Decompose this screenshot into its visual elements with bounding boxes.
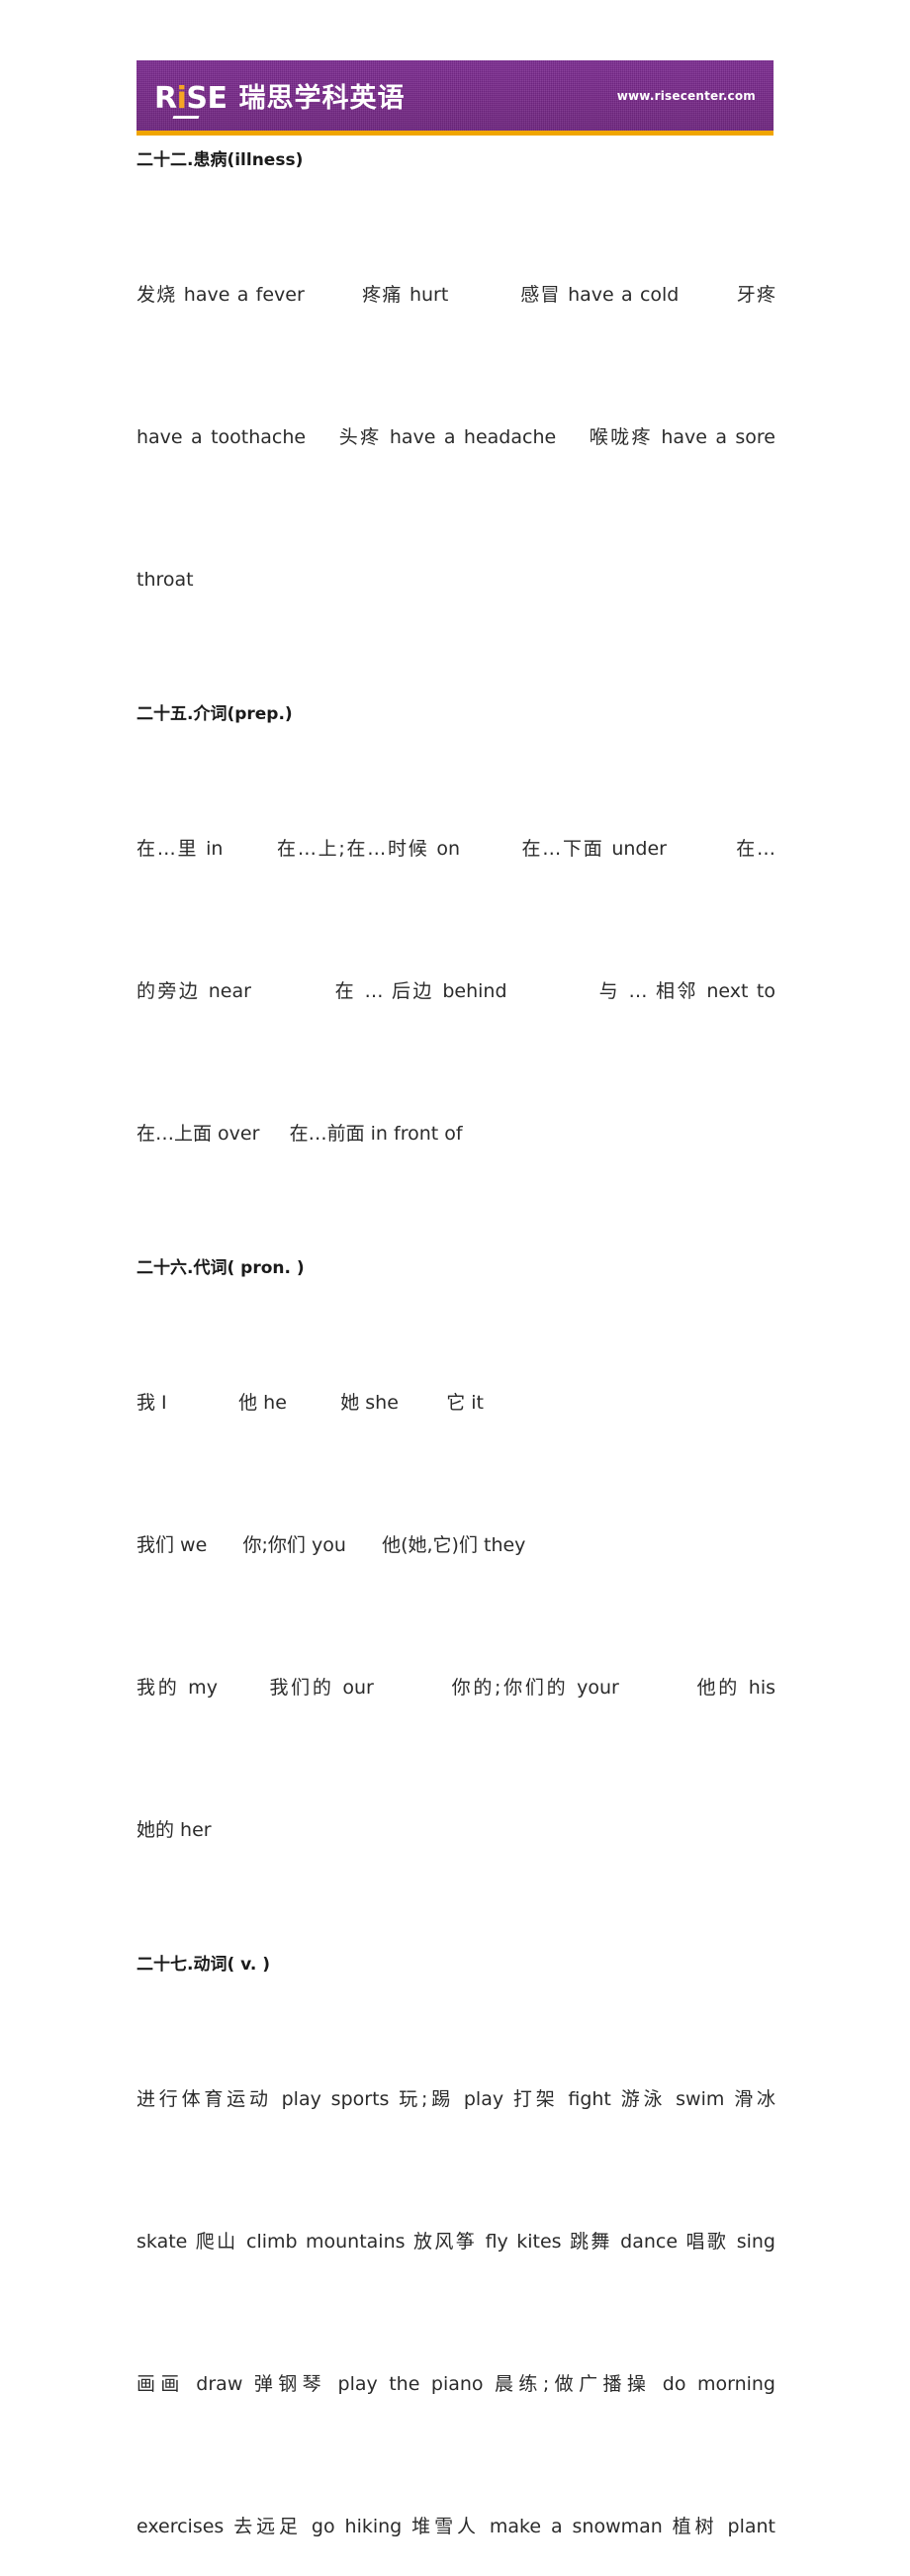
text-line: 我 I 他 he 她 she 它 it xyxy=(136,1392,484,1414)
logo-chinese-name: 瑞思学科英语 xyxy=(238,83,406,114)
text-line: 在…上面 over 在…前面 in front of xyxy=(136,1123,463,1145)
text-line: 在…里 in 在…上;在…时候 on 在…下面 under 在… xyxy=(136,838,775,860)
rise-logo: RiSE 瑞思学科英语 xyxy=(154,79,406,119)
text-line: 她的 her xyxy=(136,1819,212,1841)
section-heading-prepositions: 二十五.介词(prep.) xyxy=(136,704,293,724)
section-body-pronouns: 我 I 他 he 她 she 它 it 我们 we 你;你们 you 他(她,它… xyxy=(136,1284,775,1949)
logo-swoosh-icon xyxy=(172,116,200,119)
logo-letters-se: SE xyxy=(186,81,228,116)
section-body-verbs: 进行体育运动 play sports 玩;踢 play 打架 fight 游泳 … xyxy=(136,1980,775,2576)
logo-letter-r: R xyxy=(154,81,177,116)
text-line: 发烧 have a fever 疼痛 hurt 感冒 have a cold 牙… xyxy=(136,284,775,306)
logo-wordmark: RiSE xyxy=(154,81,228,119)
text-line: skate 爬山 climb mountains 放风筝 fly kites 跳… xyxy=(136,2231,775,2253)
document-page: RiSE 瑞思学科英语 www.risecenter.com 二十二.患病(il… xyxy=(0,0,910,2537)
section-heading-pronouns: 二十六.代词( pron. ) xyxy=(136,1258,305,1278)
section-prepositions: 二十五.介词(prep.) 在…里 in 在…上;在…时候 on 在…下面 un… xyxy=(136,698,775,1252)
section-pronouns: 二十六.代词( pron. ) 我 I 他 he 她 she 它 it 我们 w… xyxy=(136,1252,775,1949)
text-line: 我们 we 你;你们 you 他(她,它)们 they xyxy=(136,1534,526,1556)
section-verbs: 二十七.动词( v. ) 进行体育运动 play sports 玩;踢 play… xyxy=(136,1949,775,2576)
section-illness: 二十二.患病(illness) 发烧 have a fever 疼痛 hurt … xyxy=(136,144,775,698)
text-line: exercises 去远足 go hiking 堆雪人 make a snowm… xyxy=(136,2516,775,2537)
text-line: 画画 draw 弹钢琴 play the piano 晨练;做广播操 do mo… xyxy=(136,2373,775,2395)
banner-website-url: www.risecenter.com xyxy=(616,89,756,103)
section-heading-illness: 二十二.患病(illness) xyxy=(136,150,304,170)
text-line: throat xyxy=(136,569,194,591)
section-heading-verbs: 二十七.动词( v. ) xyxy=(136,1955,270,1975)
header-banner: RiSE 瑞思学科英语 www.risecenter.com xyxy=(136,60,774,136)
text-line: 我的 my 我们的 our 你的;你们的 your 他的 his xyxy=(136,1677,775,1699)
section-body-prepositions: 在…里 in 在…上;在…时候 on 在…下面 under 在… 的旁边 nea… xyxy=(136,730,775,1252)
text-line: 的旁边 near 在 … 后边 behind 与 … 相邻 next to xyxy=(136,980,775,1002)
text-line: have a toothache 头疼 have a headache 喉咙疼 … xyxy=(136,426,775,448)
section-body-illness: 发烧 have a fever 疼痛 hurt 感冒 have a cold 牙… xyxy=(136,176,775,698)
text-line: 进行体育运动 play sports 玩;踢 play 打架 fight 游泳 … xyxy=(136,2088,775,2110)
document-content: 二十二.患病(illness) 发烧 have a fever 疼痛 hurt … xyxy=(136,144,775,2576)
logo-letter-i: i xyxy=(176,81,187,116)
